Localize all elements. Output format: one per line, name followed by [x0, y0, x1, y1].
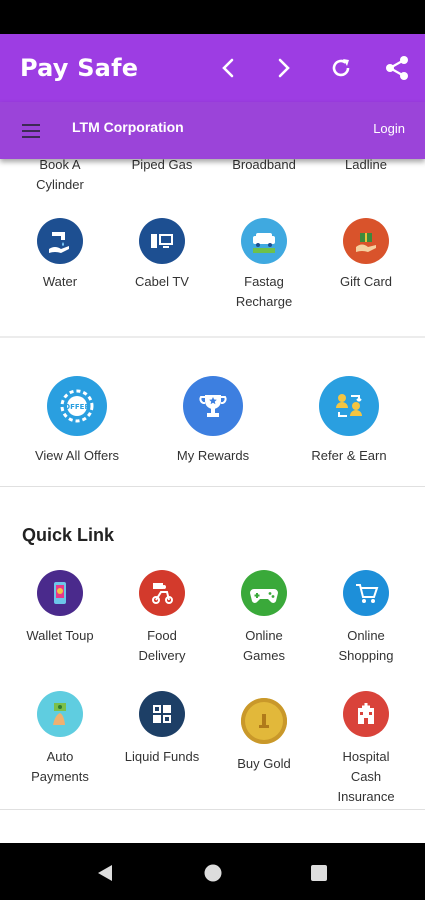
quick-link-hospital-cash-insurance[interactable]: Hospital Cash Insurance: [316, 691, 416, 807]
service-cable-tv[interactable]: Cabel TV: [112, 218, 212, 292]
svg-text:OFFER: OFFER: [64, 403, 90, 411]
quick-link-label: Online Shopping: [338, 628, 394, 663]
system-navigation-bar: [0, 843, 425, 900]
section-divider: [0, 336, 425, 338]
app-title: Pay Safe: [20, 54, 139, 82]
service-label: Ladline: [345, 159, 387, 172]
nav-recents-icon[interactable]: [310, 864, 328, 887]
offer-label: My Rewards: [176, 448, 250, 463]
quick-link-label: Online Games: [243, 628, 285, 663]
company-bar: LTM Corporation Login: [0, 102, 425, 159]
refer-icon: [319, 376, 379, 436]
service-label: Gift Card: [339, 274, 392, 289]
service-gift-card[interactable]: Gift Card: [316, 218, 416, 292]
service-label: Broadband: [232, 159, 296, 172]
quick-link-label: Auto Payments: [31, 749, 89, 784]
quick-link-label: Liquid Funds: [124, 749, 200, 764]
offer-badge-icon: OFFER: [47, 376, 107, 436]
main-content: Book A Cylinder Piped Gas Broadband Ladl…: [0, 159, 425, 843]
offer-label: View All Offers: [34, 448, 120, 463]
gamepad-icon: [241, 570, 287, 616]
service-label: Water: [42, 274, 78, 289]
service-label: Book A Cylinder: [36, 159, 84, 192]
quick-link-online-shopping[interactable]: Online Shopping: [316, 570, 416, 666]
fastag-icon: [241, 218, 287, 264]
quick-link-buy-gold[interactable]: Buy Gold: [214, 698, 314, 774]
quick-link-label: Wallet Toup: [26, 628, 94, 643]
forward-arrow-icon[interactable]: [268, 52, 300, 84]
gift-card-icon: [343, 218, 389, 264]
liquid-funds-icon: [139, 691, 185, 737]
section-divider: [0, 809, 425, 810]
trophy-icon: [183, 376, 243, 436]
refresh-icon[interactable]: [325, 52, 357, 84]
quick-link-label: Hospital Cash Insurance: [337, 749, 395, 804]
service-broadband[interactable]: Broadband: [214, 159, 314, 175]
food-delivery-icon: [139, 570, 185, 616]
auto-payment-icon: [37, 691, 83, 737]
quick-link-auto-payments[interactable]: Auto Payments: [10, 691, 110, 787]
section-divider: [0, 486, 425, 487]
nav-back-icon[interactable]: [96, 863, 114, 888]
gold-coin-icon: [241, 698, 287, 744]
service-piped-gas[interactable]: Piped Gas: [112, 159, 212, 175]
quick-link-wallet-topup[interactable]: Wallet Toup: [10, 570, 110, 646]
refer-earn-button[interactable]: Refer & Earn: [289, 376, 409, 463]
app-bar: Pay Safe: [0, 34, 425, 102]
tv-icon: [139, 218, 185, 264]
quick-link-food-delivery[interactable]: Food Delivery: [112, 570, 212, 666]
share-icon[interactable]: [381, 52, 413, 84]
company-name: LTM Corporation: [72, 119, 184, 135]
service-water[interactable]: Water: [10, 218, 110, 292]
quick-link-liquid-funds[interactable]: Liquid Funds: [112, 691, 212, 767]
nav-home-icon[interactable]: [203, 863, 223, 888]
service-book-cylinder[interactable]: Book A Cylinder: [10, 159, 110, 195]
back-arrow-icon[interactable]: [212, 52, 244, 84]
hospital-icon: [343, 691, 389, 737]
service-landline[interactable]: Ladline: [316, 159, 416, 175]
view-all-offers-button[interactable]: OFFER View All Offers: [17, 376, 137, 463]
hamburger-menu-icon[interactable]: [22, 124, 42, 140]
my-rewards-button[interactable]: My Rewards: [153, 376, 273, 463]
status-bar: [0, 0, 425, 34]
wallet-icon: [37, 570, 83, 616]
quick-link-label: Food Delivery: [138, 628, 186, 663]
service-label: Cabel TV: [135, 274, 189, 289]
offer-label: Refer & Earn: [311, 448, 387, 463]
login-link[interactable]: Login: [373, 121, 405, 136]
quick-link-label: Buy Gold: [237, 756, 291, 771]
cart-icon: [343, 570, 389, 616]
service-fastag-recharge[interactable]: Fastag Recharge: [214, 218, 314, 312]
service-label: Fastag Recharge: [235, 274, 293, 309]
quick-link-online-games[interactable]: Online Games: [214, 570, 314, 666]
service-label: Piped Gas: [131, 159, 193, 172]
quick-link-title: Quick Link: [22, 525, 115, 545]
water-icon: [37, 218, 83, 264]
